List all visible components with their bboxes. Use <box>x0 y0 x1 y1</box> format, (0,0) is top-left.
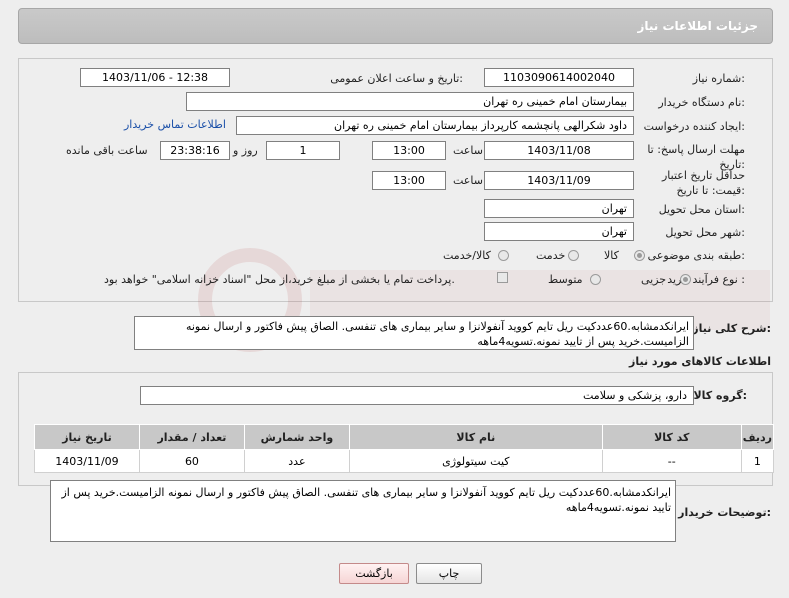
category-label: طبقه بندی موضوعی: <box>647 249 745 262</box>
buyer-notes-label: توضیحات خریدار: <box>678 506 771 519</box>
cell-name: کیت سیتولوژی <box>348 449 603 473</box>
cell-qty: 60 <box>138 449 245 473</box>
col-header-qty: تعداد / مقدار <box>138 424 245 450</box>
page-header: جزئیات اطلاعات نیاز <box>18 8 773 44</box>
description-field: ایرانکدمشابه.60عددکیت ریل تایم کووید آنف… <box>134 316 694 350</box>
days-field: 1 <box>266 141 340 160</box>
announce-label: تاریخ و ساعت اعلان عمومی: <box>330 72 463 85</box>
price-validity-time-label: ساعت <box>453 174 483 187</box>
process-label: نوع فرآیند خرید : <box>667 273 745 286</box>
remaining-time-field: 23:38:16 <box>160 141 230 160</box>
buyer-org-field: بیمارستان امام خمینی ره تهران <box>186 92 634 111</box>
category-option-goods-service: کالا/خدمت <box>443 249 491 262</box>
price-validity-date-field: 1403/11/09 <box>484 171 634 190</box>
goods-group-label: گروه کالا: <box>693 389 747 402</box>
need-number-field: 1103090614002040 <box>484 68 634 87</box>
buyer-org-label: نام دستگاه خریدار: <box>658 96 745 109</box>
city-label: شهر محل تحویل: <box>665 226 745 239</box>
reply-time-field: 13:00 <box>372 141 446 160</box>
requester-field: داود شکرالهی پانچشمه کارپرداز بیمارستان … <box>236 116 634 135</box>
province-label: استان محل تحویل: <box>658 203 745 216</box>
category-radio-service[interactable] <box>568 250 579 261</box>
announce-field: 1403/11/06 - 12:38 <box>80 68 230 87</box>
price-validity-label: حداقل تاریخ اعتبار قیمت: تا تاریخ: <box>661 169 745 197</box>
cell-unit: عدد <box>243 449 350 473</box>
category-option-service: خدمت <box>536 249 566 262</box>
col-header-unit: واحد شمارش <box>243 424 350 450</box>
back-button[interactable]: بازگشت <box>339 563 409 584</box>
items-table: تاریخ نیاز تعداد / مقدار واحد شمارش نام … <box>34 424 775 473</box>
category-radio-goods[interactable] <box>634 250 645 261</box>
col-header-date: تاریخ نیاز <box>34 424 140 450</box>
remaining-label: ساعت باقی مانده <box>66 144 148 157</box>
process-option-minor: جزیی <box>641 273 667 286</box>
description-label: شرح کلی نیاز: <box>692 322 771 335</box>
requester-label: ایجاد کننده درخواست: <box>643 120 745 133</box>
need-number-label: شماره نیاز: <box>692 72 745 85</box>
days-label: روز و <box>233 144 258 157</box>
buyer-notes-field: ایرانکدمشابه.60عددکیت ریل تایم کووید آنف… <box>50 480 676 542</box>
col-header-code: کد کالا <box>601 424 742 450</box>
price-validity-time-field: 13:00 <box>372 171 446 190</box>
col-header-row: ردیف <box>740 424 775 450</box>
category-radio-goods-service[interactable] <box>498 250 509 261</box>
table-row: 1403/11/09 60 عدد کیت سیتولوژی -- 1 <box>34 449 775 473</box>
cell-code: -- <box>601 449 742 473</box>
col-header-name: نام کالا <box>348 424 603 450</box>
buyer-contact-link[interactable]: اطلاعات تماس خریدار <box>124 118 226 131</box>
cell-date: 1403/11/09 <box>34 449 140 473</box>
process-radio-minor[interactable] <box>680 274 691 285</box>
treasury-note: پرداخت تمام یا بخشی از مبلغ خرید،از محل … <box>104 273 455 286</box>
goods-group-field: دارو، پزشکی و سلامت <box>140 386 694 405</box>
process-option-medium: متوسط <box>548 273 583 286</box>
table-header: تاریخ نیاز تعداد / مقدار واحد شمارش نام … <box>34 424 775 450</box>
cell-row: 1 <box>740 449 775 473</box>
goods-info-title: اطلاعات کالاهای مورد نیاز <box>629 355 771 368</box>
page-title: جزئیات اطلاعات نیاز <box>637 19 758 33</box>
city-field: تهران <box>484 222 634 241</box>
reply-date-field: 1403/11/08 <box>484 141 634 160</box>
category-option-goods: کالا <box>604 249 619 262</box>
treasury-checkbox[interactable] <box>497 272 508 283</box>
province-field: تهران <box>484 199 634 218</box>
reply-time-label: ساعت <box>453 144 483 157</box>
process-radio-medium[interactable] <box>590 274 601 285</box>
print-button[interactable]: چاپ <box>416 563 482 584</box>
